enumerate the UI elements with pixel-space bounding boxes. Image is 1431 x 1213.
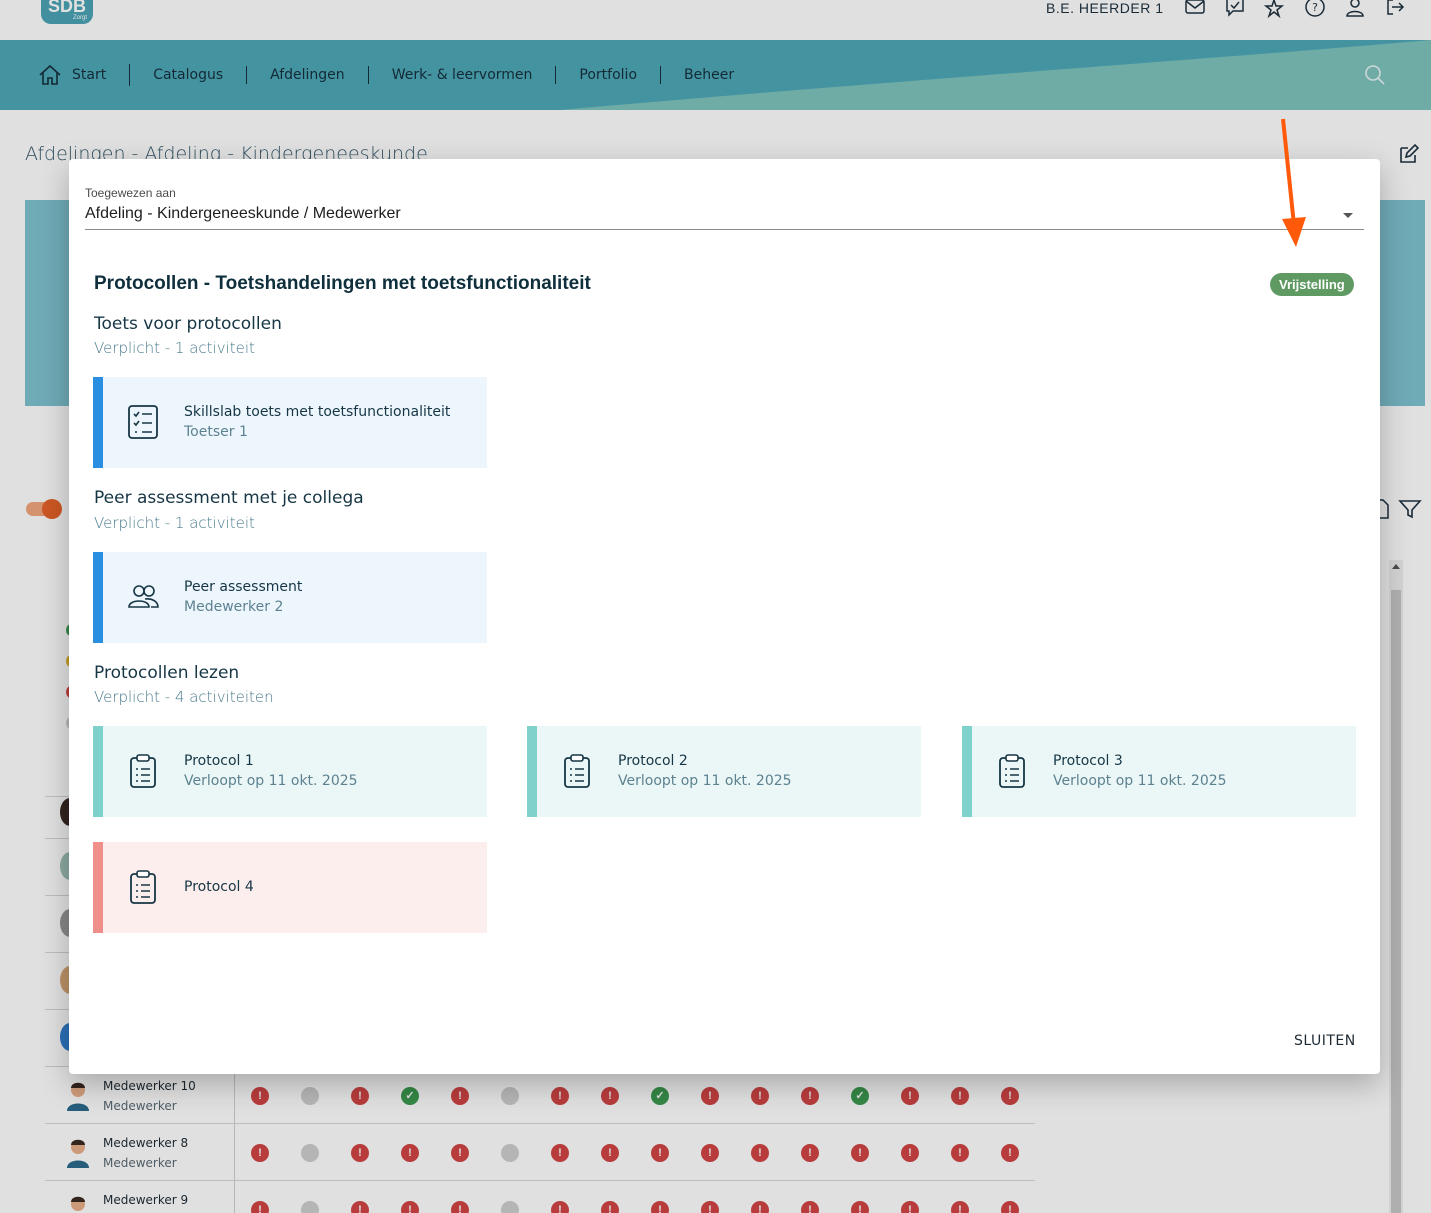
card-accent-bar (93, 552, 103, 643)
activity-card[interactable]: Protocol 2 Verloopt op 11 okt. 2025 (527, 726, 921, 817)
card-accent-bar (93, 726, 103, 817)
card-subtitle: Verloopt op 11 okt. 2025 (1053, 773, 1227, 789)
users-icon (128, 585, 159, 608)
clipboard-icon (130, 870, 156, 904)
status-badge: Vrijstelling (1270, 273, 1354, 296)
section-subtitle: Verplicht - 1 activiteit (94, 514, 255, 532)
card-title: Protocol 2 (618, 753, 688, 769)
card-accent-bar (93, 842, 103, 933)
clipboard-icon (999, 754, 1025, 788)
close-button[interactable]: SLUITEN (1294, 1033, 1356, 1049)
card-subtitle: Verloopt op 11 okt. 2025 (618, 773, 792, 789)
card-title: Protocol 1 (184, 753, 254, 769)
section-title: Protocollen lezen (94, 663, 240, 683)
section-subtitle: Verplicht - 1 activiteit (94, 339, 255, 357)
card-title: Peer assessment (184, 579, 303, 595)
card-accent-bar (962, 726, 972, 817)
checklist-icon (128, 405, 158, 439)
activity-card[interactable]: Protocol 4 (93, 842, 487, 933)
card-subtitle: Toetser 1 (184, 424, 248, 440)
card-accent-bar (93, 377, 103, 468)
select-underline (85, 229, 1364, 230)
card-title: Skillslab toets met toetsfunctionaliteit (184, 404, 451, 420)
clipboard-icon (130, 754, 156, 788)
dialog-title: Protocollen - Toetshandelingen met toets… (94, 273, 591, 294)
assigned-to-label: Toegewezen aan (85, 186, 176, 200)
activity-card[interactable]: Skillslab toets met toetsfunctionaliteit… (93, 377, 487, 468)
activity-card[interactable]: Peer assessment Medewerker 2 (93, 552, 487, 643)
card-subtitle: Verloopt op 11 okt. 2025 (184, 773, 358, 789)
section-title: Peer assessment met je collega (94, 488, 364, 508)
card-title: Protocol 3 (1053, 753, 1123, 769)
card-subtitle: Medewerker 2 (184, 599, 284, 615)
activity-card[interactable]: Protocol 1 Verloopt op 11 okt. 2025 (93, 726, 487, 817)
assigned-to-select[interactable]: Afdeling - Kindergeneeskunde / Medewerke… (85, 205, 401, 223)
activity-card[interactable]: Protocol 3 Verloopt op 11 okt. 2025 (962, 726, 1356, 817)
clipboard-icon (564, 754, 590, 788)
activity-dialog: Toegewezen aan Afdeling - Kindergeneesku… (69, 159, 1380, 1074)
section-subtitle: Verplicht - 4 activiteiten (94, 688, 274, 706)
annotation-arrow (1281, 118, 1306, 247)
card-accent-bar (527, 726, 537, 817)
card-title: Protocol 4 (184, 879, 254, 895)
chevron-down-icon[interactable] (1343, 213, 1353, 218)
section-title: Toets voor protocollen (94, 314, 282, 334)
